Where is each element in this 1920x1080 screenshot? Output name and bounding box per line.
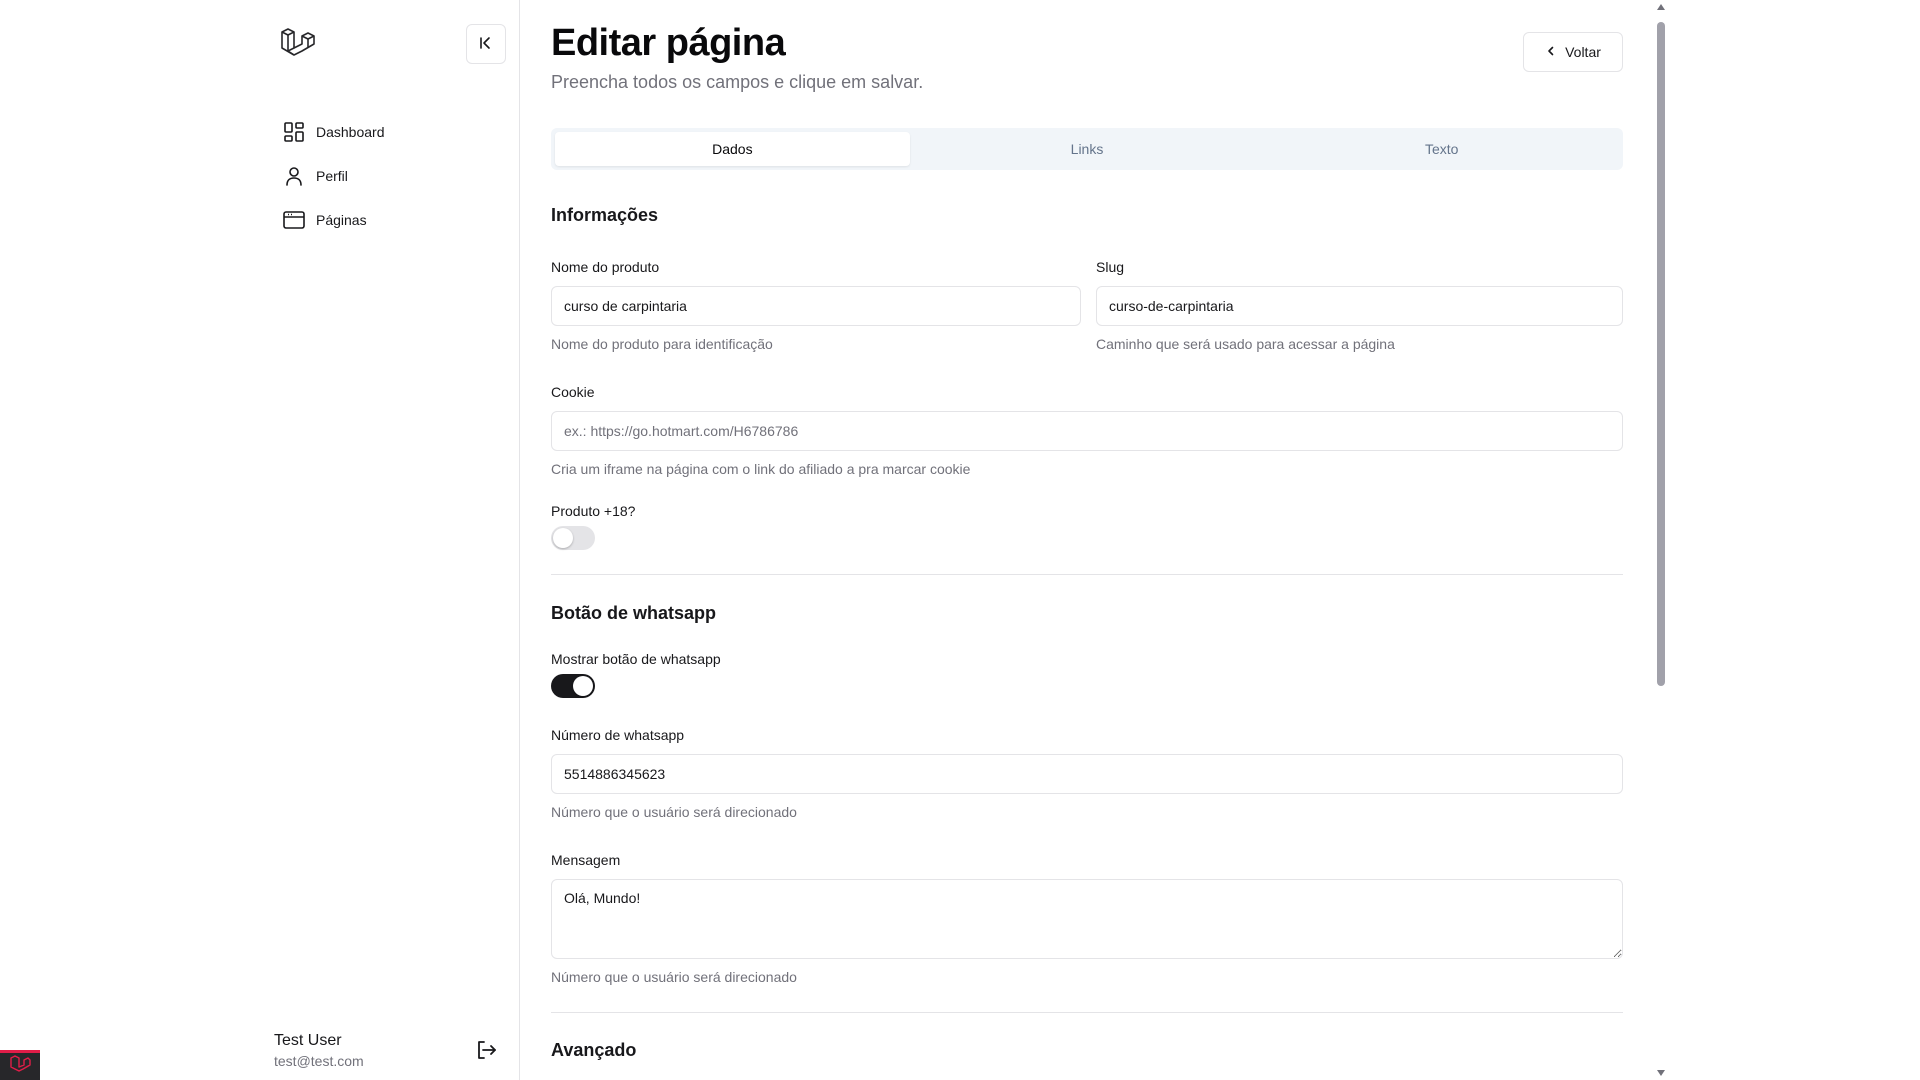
product-name-label: Nome do produto xyxy=(551,259,660,275)
sidebar-item-label: Dashboard xyxy=(316,124,385,140)
user-info: Test User test@test.com xyxy=(274,1032,364,1069)
show-whatsapp-toggle[interactable] xyxy=(551,674,595,698)
slug-help: Caminho que será usado para acessar a pá… xyxy=(1096,336,1395,352)
slug-input[interactable] xyxy=(1096,286,1623,326)
user-icon xyxy=(282,164,306,188)
scroll-down-arrow-icon[interactable] xyxy=(1657,1070,1665,1076)
collapse-sidebar-button[interactable] xyxy=(466,24,506,64)
logout-button[interactable] xyxy=(472,1038,500,1066)
page-scrollbar[interactable] xyxy=(1654,0,1668,1080)
sidebar-item-label: Perfil xyxy=(316,168,348,184)
whatsapp-number-help: Número que o usuário será direcionado xyxy=(551,804,797,820)
laravel-debug-badge[interactable] xyxy=(0,1050,40,1080)
section-title-avancado: Avançado xyxy=(551,1040,637,1060)
collapse-left-icon xyxy=(478,35,494,54)
message-label: Mensagem xyxy=(551,852,621,868)
browser-window-icon xyxy=(282,208,306,232)
sidebar-item-perfil[interactable]: Perfil xyxy=(276,154,516,198)
logout-icon xyxy=(474,1038,498,1067)
section-divider xyxy=(551,574,1623,575)
tab-links[interactable]: Links xyxy=(910,132,1265,166)
product-name-help: Nome do produto para identificação xyxy=(551,336,773,352)
message-help: Número que o usuário será direcionado xyxy=(551,969,797,985)
sidebar-item-label: Páginas xyxy=(316,212,367,228)
scroll-up-arrow-icon[interactable] xyxy=(1657,4,1665,10)
toggle-knob xyxy=(553,528,573,548)
section-title-whatsapp: Botão de whatsapp xyxy=(551,603,717,623)
tab-dados[interactable]: Dados xyxy=(555,132,910,166)
whatsapp-number-input[interactable] xyxy=(551,754,1623,794)
sidebar-nav: Dashboard Perfil Páginas xyxy=(276,110,516,242)
laravel-small-icon xyxy=(9,1054,31,1079)
user-email: test@test.com xyxy=(274,1053,364,1069)
product-name-input[interactable] xyxy=(551,286,1081,326)
tab-texto[interactable]: Texto xyxy=(1264,132,1619,166)
toggle-knob xyxy=(573,676,593,696)
page-subtitle: Preencha todos os campos e clique em sal… xyxy=(551,72,924,92)
sidebar-item-dashboard[interactable]: Dashboard xyxy=(276,110,516,154)
back-button-label: Voltar xyxy=(1565,44,1601,60)
cookie-help: Cria um iframe na página com o link do a… xyxy=(551,461,971,477)
whatsapp-number-label: Número de whatsapp xyxy=(551,727,685,743)
section-title-informacoes: Informações xyxy=(551,205,659,225)
sidebar: Dashboard Perfil Páginas Test User test@… xyxy=(0,0,520,1080)
dashboard-icon xyxy=(282,120,306,144)
scrollbar-thumb[interactable] xyxy=(1657,22,1665,686)
cookie-input[interactable] xyxy=(551,411,1623,451)
adult-product-label: Produto +18? xyxy=(551,503,636,519)
slug-label: Slug xyxy=(1096,259,1125,275)
cookie-label: Cookie xyxy=(551,384,595,400)
page-title: Editar página xyxy=(551,22,786,64)
sidebar-item-paginas[interactable]: Páginas xyxy=(276,198,516,242)
tabs: Dados Links Texto xyxy=(551,128,1623,170)
back-button[interactable]: Voltar xyxy=(1523,32,1623,72)
show-whatsapp-label: Mostrar botão de whatsapp xyxy=(551,651,721,667)
user-name: Test User xyxy=(274,1032,342,1049)
section-divider xyxy=(551,1012,1623,1013)
chevron-left-icon xyxy=(1545,44,1557,60)
laravel-logo-icon[interactable] xyxy=(276,24,316,64)
adult-product-toggle[interactable] xyxy=(551,526,595,550)
message-textarea[interactable]: Olá, Mundo! xyxy=(551,879,1623,959)
